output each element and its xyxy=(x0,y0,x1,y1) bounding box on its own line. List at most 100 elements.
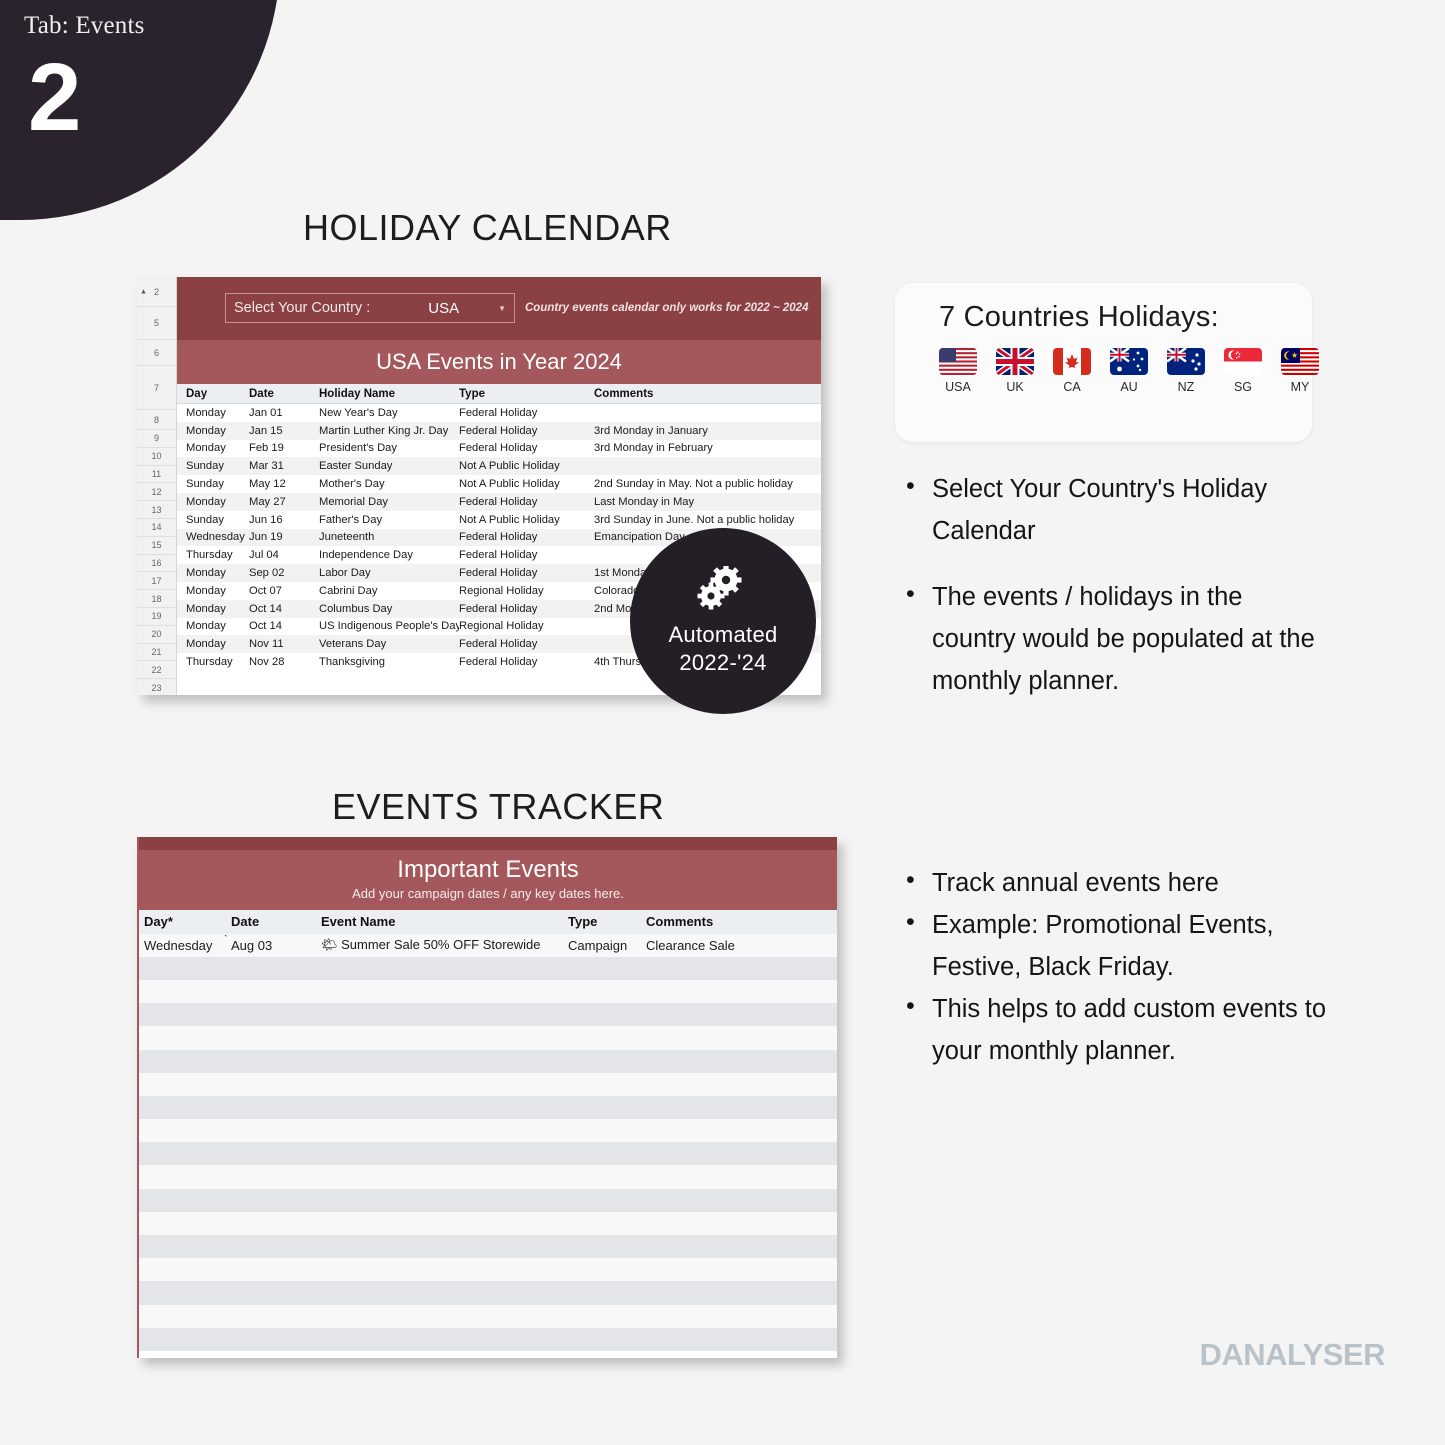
tab-corner-badge: Tab: Events 2 xyxy=(0,0,280,220)
table-cell: 🌤 Summer Sale 50% OFF Storewide xyxy=(321,937,541,953)
table-row[interactable]: Monday May 27 Memorial Day Federal Holiday L… xyxy=(177,492,821,511)
table-row-empty[interactable] xyxy=(139,979,837,1004)
row-number-cell[interactable]: 15 xyxy=(137,537,176,555)
events-tracker-spreadsheet: Important Events Add your campaign dates… xyxy=(137,837,837,1358)
table-row[interactable]: Sunday May 12 Mother's Day Not A Public Hol… xyxy=(177,475,821,493)
table-row[interactable]: Sunday Mar 31 Easter Sunday Not A Public Ho… xyxy=(177,457,821,476)
table-row[interactable]: Sunday Jun 16 Father's Day Not A Public Hol… xyxy=(177,510,821,529)
sheet-toolbar-band: Select Your Country : USA ▼ Country even… xyxy=(177,277,821,340)
row-number-cell[interactable]: 20 xyxy=(137,626,176,644)
events-table-body: Wednesday ˋ Aug 03 🌤 Summer Sale 50% OFF St… xyxy=(139,933,837,1351)
table-cell: Wednesday xyxy=(144,937,213,953)
column-header: Date xyxy=(231,914,260,930)
country-code-label: AU xyxy=(1120,380,1138,394)
column-header: Date xyxy=(249,387,274,400)
country-code-label: NZ xyxy=(1177,380,1195,394)
table-row-empty[interactable] xyxy=(139,1165,837,1189)
table-row[interactable]: Monday Jan 15 Martin Luther King Jr. Day Fe… xyxy=(177,421,821,440)
row-number-cell[interactable]: 14 xyxy=(137,519,176,537)
row-number-gutter: ▲ 2 5 6 7 8 9 10 11 12 13 14 15 16 17 18 19 20 21 22 23 xyxy=(137,277,177,695)
bullet-item: Select Your Country's Holiday Calendar xyxy=(898,466,1328,552)
danalyser-watermark: DANALYSER xyxy=(1199,1337,1385,1372)
country-select-dropdown[interactable]: Select Your Country : USA ▼ xyxy=(225,293,515,323)
table-row-empty[interactable] xyxy=(139,1095,837,1120)
table-cell: Federal Holiday xyxy=(459,656,538,669)
holiday-calendar-heading: HOLIDAY CALENDAR xyxy=(303,207,672,248)
table-cell: Not A Public Holiday xyxy=(459,513,560,526)
table-cell: Veterans Day xyxy=(319,638,387,651)
row-number-cell[interactable]: 7 xyxy=(137,366,176,410)
table-row-empty[interactable] xyxy=(139,1281,837,1305)
row-number-cell[interactable]: 5 xyxy=(137,307,176,340)
row-number-cell[interactable]: ▲ 2 xyxy=(137,277,176,307)
flag-malaysia-icon xyxy=(1281,348,1319,375)
table-cell: 3rd Monday in January xyxy=(594,424,708,437)
table-row-empty[interactable] xyxy=(139,1049,837,1073)
table-row-empty[interactable] xyxy=(139,1188,837,1212)
bullet-item: Track annual events here xyxy=(898,860,1328,904)
table-row-empty[interactable] xyxy=(139,1003,837,1027)
table-cell: 3rd Monday in February xyxy=(594,442,713,455)
table-cell: Monday xyxy=(186,424,226,437)
table-cell: Mother's Day xyxy=(319,478,385,491)
table-cell: Sep 02 xyxy=(249,567,285,580)
table-cell: Thursday xyxy=(186,549,233,562)
table-cell: Jun 19 xyxy=(249,531,283,544)
table-row-empty[interactable] xyxy=(139,1304,837,1328)
row-number-cell[interactable]: 21 xyxy=(137,644,176,662)
events-header-band: Important Events Add your campaign dates… xyxy=(139,850,837,910)
table-row[interactable]: Monday Feb 19 President's Day Federal Holid… xyxy=(177,439,821,458)
row-number-cell[interactable]: 23 xyxy=(137,679,176,695)
table-row-empty[interactable] xyxy=(139,1142,837,1166)
table-row[interactable]: Monday Jan 01 New Year's Day Federal Holida… xyxy=(177,404,821,422)
table-cell: Thursday xyxy=(186,656,233,669)
table-row-empty[interactable] xyxy=(139,1211,837,1236)
gears-icon xyxy=(696,564,750,617)
country-flag-item: MY xyxy=(1281,348,1319,394)
column-header: Type xyxy=(568,914,598,930)
table-row[interactable]: Wednesday ˋ Aug 03 🌤 Summer Sale 50% OFF St… xyxy=(139,933,837,957)
flag-uk-icon xyxy=(996,348,1034,375)
table-row-empty[interactable] xyxy=(139,1235,837,1259)
row-number-cell[interactable]: 22 xyxy=(137,661,176,680)
flag-newzealand-icon xyxy=(1167,348,1205,375)
row-number-cell[interactable]: 8 xyxy=(137,410,176,430)
calendar-range-note: Country events calendar only works for 2… xyxy=(525,302,809,314)
row-number-cell[interactable]: 16 xyxy=(137,555,176,573)
table-cell: President's Day xyxy=(319,442,397,455)
row-number-cell[interactable]: 18 xyxy=(137,590,176,608)
table-row-empty[interactable] xyxy=(139,1119,837,1143)
table-cell: May 27 xyxy=(249,495,286,508)
table-cell: Thanksgiving xyxy=(319,656,385,669)
row-number-cell[interactable]: 12 xyxy=(137,483,176,502)
country-flags-row: USA UK CA AU NZ SG MY xyxy=(895,334,1319,394)
table-row-empty[interactable] xyxy=(139,1327,837,1351)
table-cell: Labor Day xyxy=(319,567,371,580)
table-cell: Independence Day xyxy=(319,549,413,562)
row-number-cell[interactable]: 19 xyxy=(137,608,176,626)
table-row-empty[interactable] xyxy=(139,1258,837,1282)
table-cell: 3rd Sunday in June. Not a public holiday xyxy=(594,513,795,526)
flag-singapore-icon xyxy=(1224,348,1262,375)
table-row-empty[interactable] xyxy=(139,1026,837,1050)
table-cell: Federal Holiday xyxy=(459,567,538,580)
row-number-cell[interactable]: 10 xyxy=(137,448,176,466)
bullet-item: Example: Promotional Events, Festive, Bl… xyxy=(898,902,1328,988)
column-header: Comments xyxy=(594,387,654,400)
automated-badge: Automated 2022-'24 xyxy=(630,528,816,714)
table-cell: Father's Day xyxy=(319,513,383,526)
table-cell: Federal Holiday xyxy=(459,406,538,419)
table-row-empty[interactable] xyxy=(139,1072,837,1096)
country-select-value: USA xyxy=(428,299,460,317)
column-header: Day xyxy=(186,387,208,400)
table-row-empty[interactable] xyxy=(139,956,837,980)
table-cell: Sunday xyxy=(186,478,224,491)
table-cell: Oct 07 xyxy=(249,584,282,597)
row-number-cell[interactable]: 9 xyxy=(137,430,176,448)
table-cell: Monday xyxy=(186,406,226,419)
row-number-cell[interactable]: 17 xyxy=(137,572,176,591)
row-number-cell[interactable]: 13 xyxy=(137,501,176,519)
row-number-cell[interactable]: 11 xyxy=(137,466,176,484)
row-number-cell[interactable]: 6 xyxy=(137,340,176,366)
collapse-arrows-icon[interactable]: ▲ xyxy=(140,288,147,295)
